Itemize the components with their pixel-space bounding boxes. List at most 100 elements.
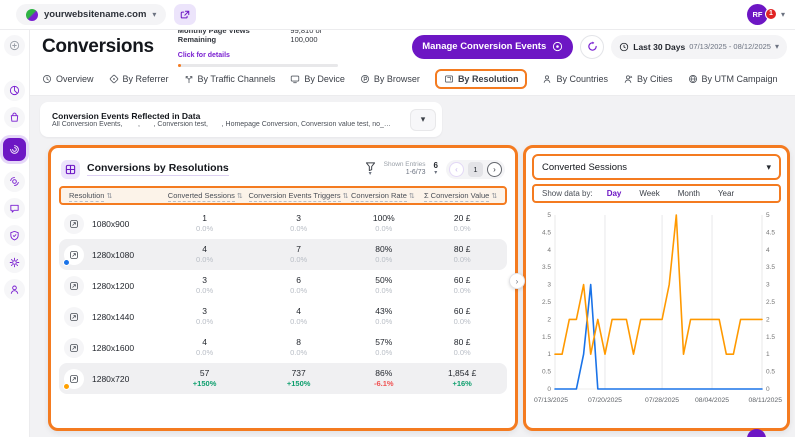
table-row-1280x1600[interactable]: 1280x1600 4 0.0% 8 0.0% 57% 0.0% 80 £0.0% — [59, 332, 507, 363]
site-domain: yourwebsitename.com — [44, 9, 147, 20]
filter-button[interactable]: ▾ — [365, 161, 376, 177]
tab-by-cities[interactable]: By Cities — [623, 74, 673, 84]
resolution-label: 1280x1080 — [92, 249, 135, 260]
tab-label: By UTM Campaign — [701, 74, 778, 84]
target-icon — [553, 41, 563, 52]
prev-page-button[interactable]: ‹ — [449, 161, 464, 177]
notification-badge: 1 — [764, 7, 777, 20]
table-row-1280x1200[interactable]: 1280x1200 3 0.0% 6 0.0% 50% 0.0% 60 £0.0% — [59, 270, 507, 301]
chevron-down-icon: ▾ — [766, 161, 771, 172]
table-row-1080x900[interactable]: 1080x900 1 0.0% 3 0.0% 100% 0.0% 20 £0.0% — [59, 208, 507, 239]
pageviews-details-link[interactable]: Click for details — [178, 52, 230, 59]
funnel-icon — [365, 161, 375, 171]
svg-text:4.5: 4.5 — [766, 229, 775, 236]
open-site-button[interactable] — [174, 4, 197, 25]
date-range-picker[interactable]: Last 30 Days 07/13/2025 - 08/12/2025 ▾ — [611, 34, 787, 59]
topbar: yourwebsitename.com ▾ RF 1 ▾ — [0, 0, 795, 30]
tab-overview[interactable]: Overview — [42, 74, 94, 84]
tab-by-device[interactable]: By Device — [290, 74, 345, 84]
svg-text:3: 3 — [547, 282, 551, 289]
refresh-button[interactable] — [580, 34, 605, 59]
refresh-icon — [588, 41, 597, 51]
column-header[interactable]: Resolution ⇅ — [61, 191, 163, 202]
settings-gear-icon[interactable] — [4, 252, 25, 273]
current-page[interactable]: 1 — [468, 161, 483, 177]
svg-text:08/11/2025: 08/11/2025 — [748, 397, 782, 404]
tab-by-traffic-channels[interactable]: By Traffic Channels — [184, 74, 275, 84]
line-chart: 0 0 0.5 0.5 1 1 1.5 1.5 2 2 2.5 2.5 3 3 3.5 3.5 4 4 4.5 4.5… — [532, 205, 782, 417]
period-option-year[interactable]: Year — [718, 189, 734, 198]
resolution-label: 1280x1200 — [92, 280, 135, 291]
resolution-label: 1280x720 — [92, 373, 130, 384]
page-size-select[interactable]: 6 ▾ — [434, 162, 438, 177]
analytics-icon[interactable] — [4, 80, 25, 101]
shop-icon[interactable] — [4, 107, 25, 128]
tab-by-countries[interactable]: By Countries — [542, 74, 608, 84]
tab-label: Overview — [56, 74, 94, 84]
user-menu[interactable]: RF 1 — [746, 3, 777, 26]
table-row-1280x720[interactable]: 1280x720 57 +150% 737 +150% 86% -6.1% 1,854 £ +1… — [59, 363, 507, 394]
events-bar-subtitle: All Conversion Events, , , Conversion te… — [52, 121, 392, 128]
tab-by-browser[interactable]: By Browser — [360, 74, 420, 84]
tab-by-referrer[interactable]: By Referrer — [109, 74, 169, 84]
tab-label: By Browser — [373, 74, 420, 84]
svg-text:1.5: 1.5 — [542, 334, 551, 341]
svg-text:2: 2 — [547, 316, 551, 323]
show-data-by-toolbar: Show data by: Day Week Month Year — [532, 184, 781, 203]
svg-text:3.5: 3.5 — [542, 264, 551, 271]
show-data-by-label: Show data by: — [542, 189, 593, 198]
resolution-icon — [444, 74, 454, 84]
privacy-shield-icon[interactable] — [4, 225, 25, 246]
date-range-label: Last 30 Days — [633, 41, 686, 52]
svg-text:3: 3 — [766, 282, 770, 289]
sort-icon: ⇅ — [106, 193, 113, 200]
table-body: 1080x900 1 0.0% 3 0.0% 100% 0.0% 20 £0.0% 1280x1… — [59, 208, 507, 394]
app-window: yourwebsitename.com ▾ RF 1 ▾ Conversions — [0, 0, 795, 437]
site-selector[interactable]: yourwebsitename.com ▾ — [16, 4, 167, 25]
feedback-icon[interactable] — [4, 198, 25, 219]
svg-text:0: 0 — [766, 386, 770, 393]
table-header-row: Resolution ⇅ Converted Sessions ⇅ Conversion… — [59, 186, 507, 205]
column-header[interactable]: Conversion Rate ⇅ — [350, 191, 417, 202]
svg-text:2.5: 2.5 — [766, 299, 775, 306]
metric-dropdown[interactable]: Converted Sessions ▾ — [532, 154, 781, 180]
shown-entries: Shown Entries 1-6/73 — [383, 160, 426, 176]
svg-text:0.5: 0.5 — [542, 369, 551, 376]
table-icon — [61, 159, 80, 179]
external-link-icon — [181, 10, 190, 18]
svg-text:3.5: 3.5 — [766, 264, 775, 271]
manage-conversion-events-button[interactable]: Manage Conversion Events — [412, 34, 574, 59]
resolution-icon — [63, 244, 84, 266]
period-option-month[interactable]: Month — [678, 189, 700, 198]
next-page-button[interactable]: › — [487, 161, 502, 177]
page-header: Conversions Monthly Page Views Remaining… — [30, 26, 795, 96]
column-header[interactable]: Conversion Events Triggers ⇅ — [247, 191, 349, 202]
period-option-week[interactable]: Week — [639, 189, 659, 198]
panel-collapse-handle[interactable]: › — [509, 273, 525, 289]
column-header[interactable]: Σ Conversion Value ⇅ — [416, 191, 505, 202]
account-icon[interactable] — [4, 279, 25, 300]
tab-by-utm-campaign[interactable]: By UTM Campaign — [688, 74, 778, 84]
clock-icon — [620, 42, 629, 51]
conversions-icon[interactable] — [3, 138, 26, 161]
period-option-day[interactable]: Day — [607, 189, 622, 198]
report-tabs: Overview By Referrer By Traffic Channels By… — [30, 63, 795, 96]
tab-label: By Cities — [636, 74, 673, 84]
date-range-value: 07/13/2025 - 08/12/2025 — [689, 42, 771, 51]
pagination: ‹ 1 › — [446, 159, 505, 179]
column-header[interactable]: Converted Sessions ⇅ — [163, 191, 247, 202]
visitors-icon[interactable] — [4, 171, 25, 192]
table-row-1280x1440[interactable]: 1280x1440 3 0.0% 4 0.0% 43% 0.0% 60 £0.0% — [59, 301, 507, 332]
events-bar-expand-button[interactable]: ▾ — [410, 108, 436, 131]
tab-label: By Device — [304, 74, 345, 84]
resolution-label: 1280x1600 — [92, 342, 135, 353]
chevron-down-icon: ▾ — [152, 9, 157, 19]
tab-label: By Referrer — [122, 74, 169, 84]
resolution-label: 1280x1440 — [92, 311, 135, 322]
svg-text:0: 0 — [547, 386, 551, 393]
tab-by-resolution[interactable]: By Resolution — [434, 69, 528, 89]
add-icon[interactable] — [4, 35, 25, 56]
table-row-1280x1080[interactable]: 1280x1080 4 0.0% 7 0.0% 80% 0.0% 80 £0.0% — [59, 239, 507, 270]
svg-text:07/28/2025: 07/28/2025 — [645, 397, 679, 404]
svg-text:4: 4 — [766, 247, 770, 254]
